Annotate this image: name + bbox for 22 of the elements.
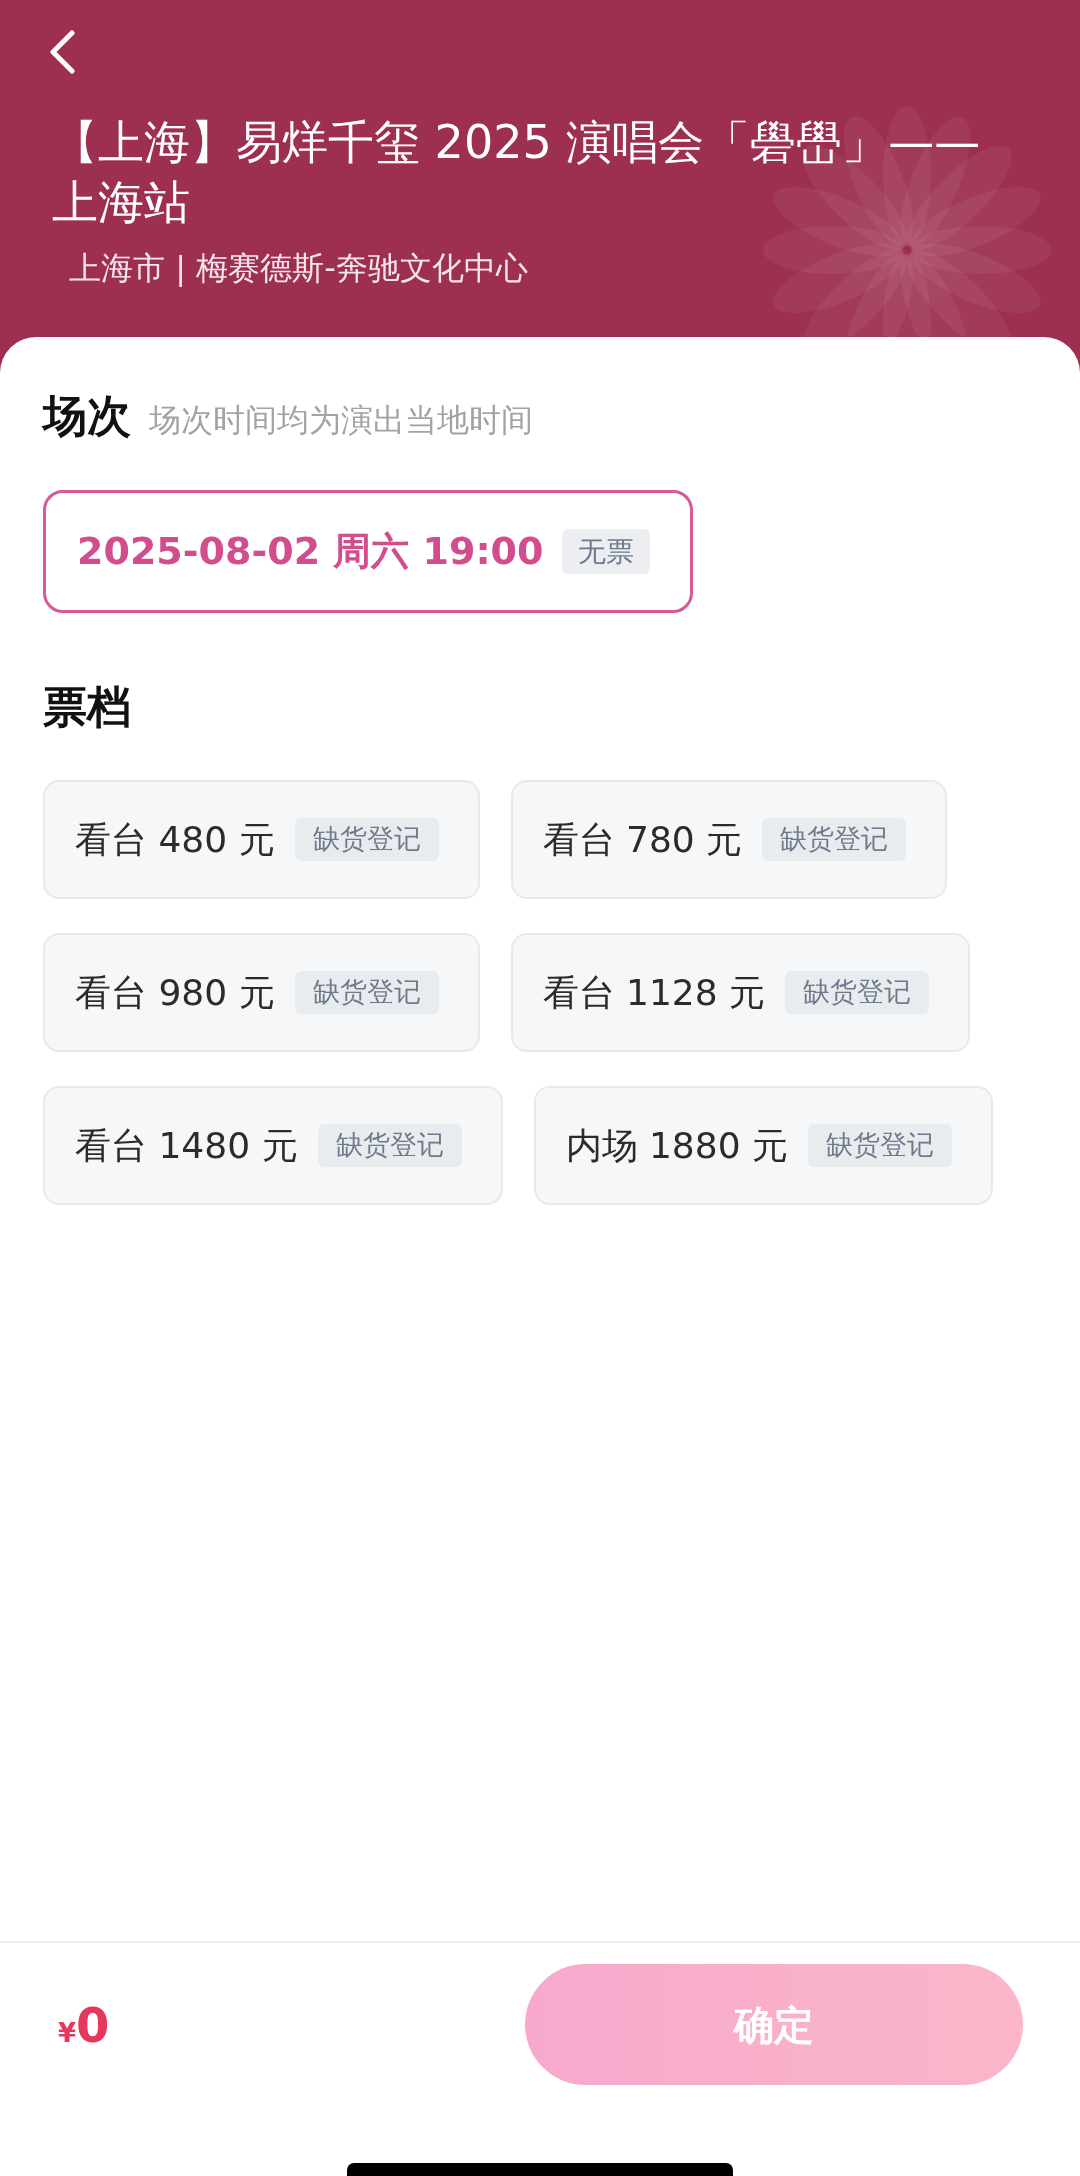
venue-text: 上海市 | 梅赛德斯-奔驰文化中心 [69, 248, 528, 288]
session-option[interactable]: 2025-08-02 周六 19:00 无票 [43, 490, 694, 613]
ticket-option[interactable]: 看台 780 元 缺货登记 [510, 780, 948, 899]
ticket-option[interactable]: 看台 480 元 缺货登记 [43, 780, 480, 899]
ticket-option[interactable]: 看台 1128 元 缺货登记 [510, 933, 971, 1052]
stock-badge: 缺货登记 [785, 971, 930, 1014]
availability-badge: 无票 [562, 529, 651, 574]
stock-badge: 缺货登记 [294, 818, 439, 861]
back-icon[interactable] [48, 30, 76, 74]
stock-badge: 缺货登记 [808, 1124, 953, 1167]
stock-badge: 缺货登记 [762, 818, 907, 861]
stock-badge: 缺货登记 [317, 1124, 462, 1167]
event-title: 【上海】易烊千玺 2025 演唱会「礐嶨」——上海站 [52, 114, 982, 231]
ticket-option[interactable]: 内场 1880 元 缺货登记 [533, 1086, 994, 1205]
total-price: 0 [76, 1996, 110, 2053]
ticket-option[interactable]: 看台 980 元 缺货登记 [43, 933, 480, 1052]
currency-symbol: ¥ [58, 2017, 77, 2048]
section-title: 票档 [43, 681, 131, 733]
section-hint: 场次时间均为演出当地时间 [149, 400, 533, 440]
stock-badge: 缺货登记 [294, 971, 439, 1014]
ticket-option[interactable]: 看台 1480 元 缺货登记 [43, 1086, 503, 1205]
section-title: 场次 [43, 390, 131, 442]
